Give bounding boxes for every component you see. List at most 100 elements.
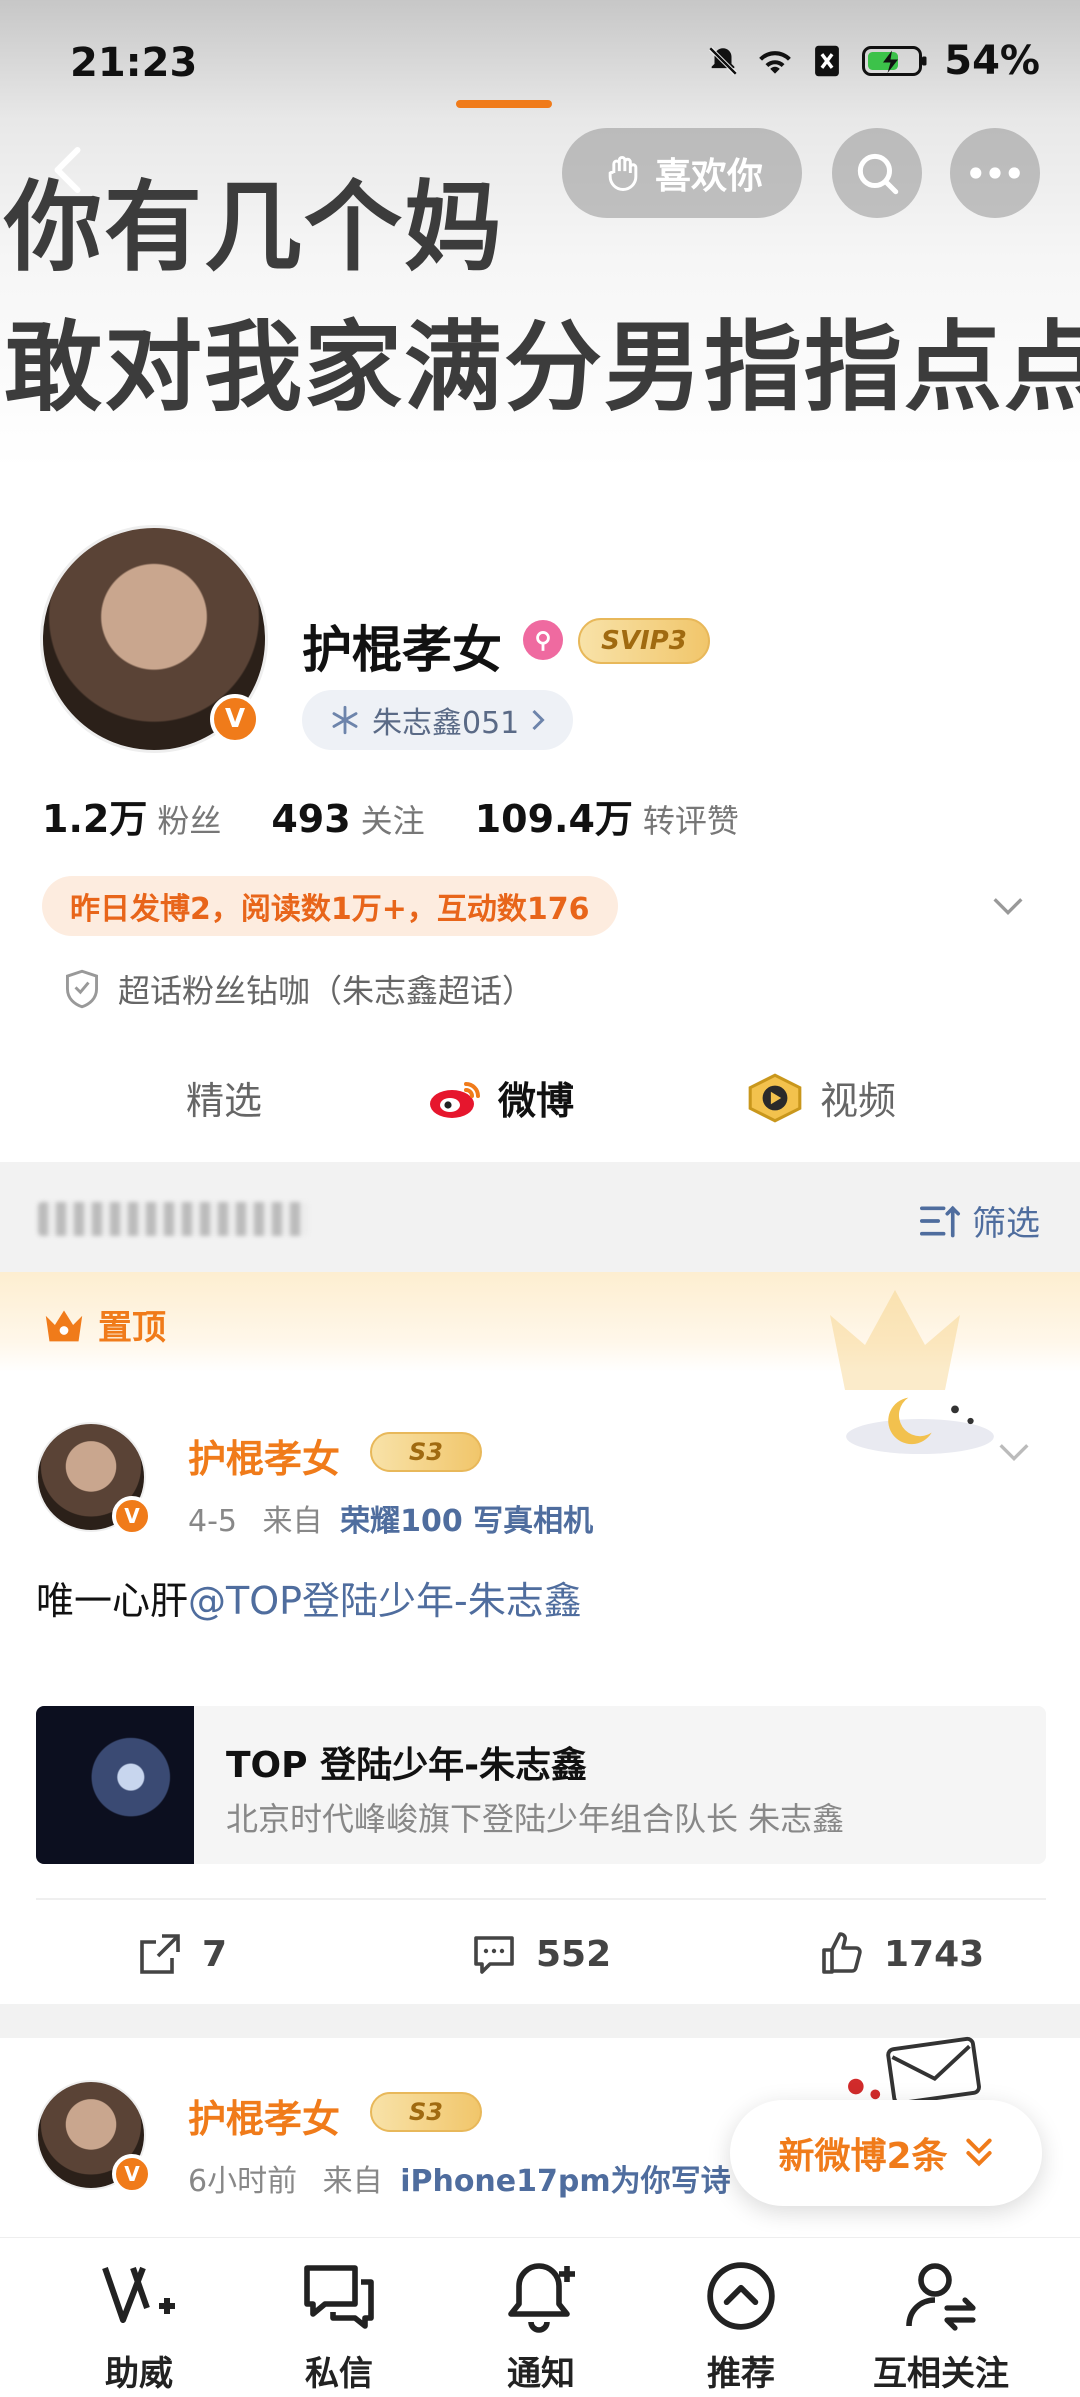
- super-topic-rank[interactable]: 超话粉丝钻咖（朱志鑫超话）: [62, 966, 534, 1012]
- comment-icon: [474, 1936, 514, 1974]
- tab-featured[interactable]: 精选: [186, 1070, 262, 1125]
- moon-cloud-decoration-icon: [846, 1397, 994, 1455]
- post-source-prefix: 来自: [322, 2164, 383, 2199]
- action-divider: [36, 1898, 1046, 1900]
- chevron-left-icon: [54, 147, 81, 193]
- repost-icon: [140, 1934, 180, 1974]
- nav-cheer[interactable]: 助威: [54, 2256, 224, 2395]
- post-date: 4-5: [188, 1504, 237, 1539]
- battery-percent: 54%: [944, 38, 1040, 84]
- chevron-up-circle-icon: [701, 2256, 781, 2336]
- banner-text-line2: 敢对我家满分男指指点点: [4, 311, 1080, 425]
- post-source[interactable]: 荣耀100 写真相机: [340, 1504, 593, 1539]
- like-count: 1743: [884, 1933, 985, 1975]
- svip-badge[interactable]: SVIP3: [578, 618, 710, 664]
- new-posts-label: 新微博2条: [778, 2136, 948, 2177]
- tab-video[interactable]: 视频: [744, 1070, 896, 1125]
- envelope-decoration-icon: [848, 2036, 981, 2106]
- nav-messages-label: 私信: [305, 2354, 373, 2394]
- comment-button[interactable]: 552: [470, 1930, 611, 1978]
- repost-count: 7: [202, 1933, 228, 1975]
- post-source[interactable]: iPhone17pm为你写诗: [400, 2164, 730, 2199]
- content-tabs: 精选 微博 视频: [0, 1040, 1080, 1160]
- search-button[interactable]: [832, 128, 922, 218]
- profile-name: 护棍孝女: [302, 621, 502, 679]
- female-icon: [523, 620, 563, 660]
- nav-mutual-follow[interactable]: 互相关注: [856, 2256, 1026, 2395]
- pinned-label: 置顶: [42, 1300, 166, 1349]
- link-card[interactable]: TOP 登陆少年-朱志鑫 北京时代峰峻旗下登陆少年组合队长 朱志鑫: [36, 1706, 1046, 1864]
- post-mention-link[interactable]: @TOP登陆少年-朱志鑫: [188, 1579, 582, 1623]
- profile-stats: 1.2万 粉丝 493 关注 109.4万 转评赞: [42, 788, 789, 843]
- search-icon: [857, 153, 899, 195]
- tab-weibo[interactable]: 微博: [428, 1070, 574, 1125]
- post-meta: 6小时前 来自 iPhone17pm为你写诗: [188, 2156, 748, 2200]
- chevron-right-icon: [532, 709, 545, 731]
- post-source-prefix: 来自: [262, 1504, 323, 1539]
- filter-button[interactable]: 筛选: [918, 1196, 1040, 1245]
- crown-decoration-icon: [830, 1290, 960, 1390]
- like-you-button[interactable]: 喜欢你: [562, 128, 802, 218]
- status-bar: 21:23 54%: [0, 0, 1080, 130]
- interactions-count: 109.4万: [474, 797, 633, 841]
- nav-messages[interactable]: 私信: [254, 2256, 424, 2395]
- post-options-button[interactable]: [994, 1432, 1034, 1472]
- pinned-text: 置顶: [98, 1308, 166, 1348]
- repost-button[interactable]: 7: [136, 1930, 227, 1978]
- more-dots-icon: [970, 167, 1020, 179]
- back-button[interactable]: [40, 140, 100, 200]
- filter-sort-icon: [919, 1205, 960, 1237]
- sim-off-icon: [808, 42, 846, 80]
- followers-count[interactable]: 1.2万: [42, 788, 147, 843]
- thumbs-up-icon: [822, 1932, 862, 1974]
- post-author-name[interactable]: 护棍孝女: [188, 1428, 340, 1483]
- post-author-name[interactable]: 护棍孝女: [188, 2088, 340, 2143]
- mutual-follow-icon: [901, 2256, 981, 2336]
- expand-profile-button[interactable]: [988, 886, 1028, 926]
- new-posts-button[interactable]: 新微博2条: [730, 2100, 1042, 2206]
- shield-check-icon: [66, 969, 98, 1009]
- interactions-label: 转评赞: [642, 802, 739, 840]
- crown-icon: [45, 1309, 83, 1341]
- nav-mutual-follow-label: 互相关注: [873, 2354, 1009, 2394]
- post-separator: [0, 2004, 1080, 2038]
- nav-recommend[interactable]: 推荐: [656, 2256, 826, 2395]
- post-verified-v-icon: V: [112, 1496, 152, 1536]
- link-card-thumbnail: [36, 1706, 194, 1864]
- nav-notifications[interactable]: 通知: [456, 2256, 626, 2395]
- video-badge-icon: [748, 1073, 802, 1122]
- activity-summary[interactable]: 昨日发博2，阅读数1万+，互动数176: [42, 876, 618, 936]
- fandom-tag[interactable]: 朱志鑫051: [302, 690, 574, 750]
- message-icon: [299, 2256, 379, 2336]
- like-you-label: 喜欢你: [654, 156, 763, 197]
- status-time: 21:23: [70, 40, 198, 86]
- cheer-icon: [99, 2256, 179, 2336]
- followers-label[interactable]: 粉丝: [157, 796, 221, 842]
- weibo-logo-icon: [430, 1081, 480, 1118]
- post-vip-badge: S3: [370, 2092, 482, 2132]
- status-icons: 54%: [704, 38, 1040, 84]
- tab-featured-label: 精选: [186, 1079, 263, 1123]
- like-button[interactable]: 1743: [818, 1930, 984, 1978]
- blurred-post-count: [38, 1202, 308, 1236]
- nav-recommend-label: 推荐: [707, 2354, 775, 2394]
- chevron-down-icon: [999, 1444, 1029, 1462]
- post-text-body: 唯一心肝: [36, 1579, 189, 1623]
- post-text: 唯一心肝@TOP登陆少年-朱志鑫: [36, 1570, 582, 1625]
- hand-heart-icon: [608, 156, 638, 191]
- battery-icon: [860, 42, 930, 80]
- comment-count: 552: [536, 1933, 612, 1975]
- bottom-nav: 助威 私信 通知 推荐 互相关注: [0, 2237, 1080, 2397]
- double-chevron-down-icon: [965, 2138, 992, 2167]
- following-label[interactable]: 关注: [361, 796, 425, 842]
- link-card-title: TOP 登陆少年-朱志鑫: [226, 1745, 588, 1786]
- more-button[interactable]: [950, 128, 1040, 218]
- nav-cheer-label: 助威: [105, 2354, 173, 2394]
- super-topic-label: 超话粉丝钻咖（朱志鑫超话）: [118, 972, 535, 1010]
- tab-video-label: 视频: [820, 1079, 897, 1123]
- following-count[interactable]: 493: [271, 797, 350, 841]
- active-tab-indicator: [456, 100, 552, 108]
- post-meta: 4-5 来自 荣耀100 写真相机: [188, 1496, 593, 1540]
- tab-weibo-label: 微博: [498, 1079, 575, 1123]
- snowflake-icon: [332, 705, 358, 735]
